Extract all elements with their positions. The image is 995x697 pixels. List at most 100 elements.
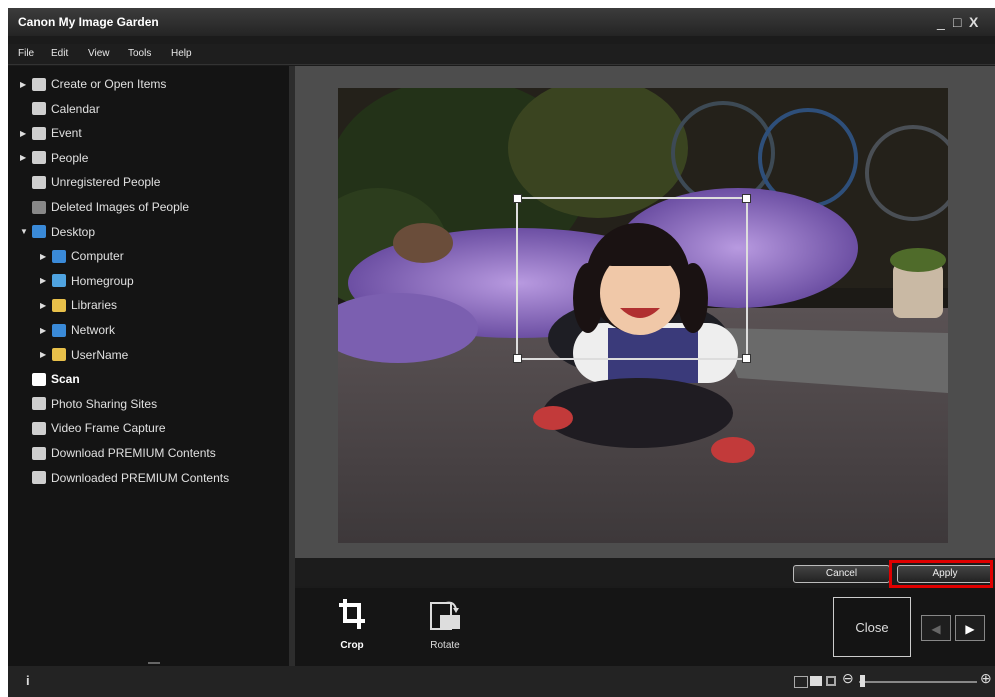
- photo-sharing-icon: [32, 397, 46, 411]
- thumbnail-view-icon[interactable]: [794, 676, 808, 688]
- single-view-icon[interactable]: [810, 676, 822, 686]
- libraries-icon: [52, 298, 66, 312]
- menu-tools[interactable]: Tools: [128, 48, 151, 59]
- sidebar-item-label: Desktop: [51, 224, 96, 239]
- close-button[interactable]: Close: [833, 597, 911, 657]
- menu-file[interactable]: File: [18, 48, 34, 59]
- expand-right-icon[interactable]: ▶: [40, 276, 52, 285]
- sidebar-item-desktop[interactable]: ▼ Desktop: [20, 222, 95, 242]
- info-icon[interactable]: i: [26, 673, 30, 688]
- sidebar-item-computer[interactable]: ▶ Computer: [40, 246, 124, 266]
- crop-frame[interactable]: [513, 194, 751, 363]
- video-frame-icon: [32, 421, 46, 435]
- expand-down-icon[interactable]: ▼: [20, 227, 32, 236]
- rotate-label: Rotate: [430, 640, 460, 651]
- zoom-in-icon[interactable]: ⊕: [980, 670, 992, 687]
- computer-icon: [52, 249, 66, 263]
- cancel-button[interactable]: Cancel: [793, 565, 890, 583]
- window-title: Canon My Image Garden: [18, 15, 159, 29]
- menu-view[interactable]: View: [88, 48, 110, 59]
- sidebar-item-label: Create or Open Items: [51, 77, 167, 91]
- desktop-icon: [32, 225, 46, 239]
- people-icon: [32, 151, 46, 165]
- previous-button[interactable]: ◀: [921, 615, 951, 641]
- expand-right-icon[interactable]: ▶: [20, 153, 32, 162]
- sidebar-item-download-premium-contents[interactable]: Download PREMIUM Contents: [20, 443, 216, 463]
- rotate-tool[interactable]: Rotate: [420, 597, 470, 651]
- sidebar-item-video-frame-capture[interactable]: Video Frame Capture: [20, 418, 166, 438]
- sidebar-item-label: Libraries: [71, 298, 118, 313]
- crop-handle-top-right[interactable]: [742, 194, 751, 203]
- homegroup-icon: [52, 274, 66, 288]
- close-window-button[interactable]: X: [969, 14, 978, 30]
- expand-right-icon[interactable]: ▶: [20, 80, 32, 89]
- sidebar-item-label: Download PREMIUM Contents: [51, 446, 216, 460]
- minimize-button[interactable]: _: [937, 14, 945, 30]
- title-bar: Canon My Image Garden _ □ X: [8, 8, 995, 36]
- sidebar-item-label: Unregistered People: [51, 175, 161, 190]
- menu-help[interactable]: Help: [171, 48, 192, 59]
- expand-right-icon[interactable]: ▶: [40, 252, 52, 261]
- zoom-slider-thumb[interactable]: [860, 675, 865, 687]
- sidebar-item-label: Calendar: [51, 101, 100, 116]
- sidebar-item-label: Photo Sharing Sites: [51, 396, 158, 411]
- sidebar-item-photo-sharing-sites[interactable]: Photo Sharing Sites: [20, 394, 157, 414]
- sidebar-item-username[interactable]: ▶ UserName: [40, 345, 128, 365]
- crop-icon: [339, 599, 365, 629]
- expand-right-icon[interactable]: ▶: [20, 129, 32, 138]
- sidebar-item-create-or-open-items[interactable]: ▶ Create or Open Items: [20, 74, 166, 94]
- sidebar-item-deleted-images-of-people[interactable]: Deleted Images of People: [20, 197, 189, 217]
- sidebar-item-network[interactable]: ▶ Network: [40, 320, 115, 340]
- sidebar-item-calendar[interactable]: Calendar: [20, 99, 100, 119]
- crop-handle-bottom-left[interactable]: [513, 354, 522, 363]
- calendar-icon: [32, 102, 46, 116]
- crop-handle-bottom-right[interactable]: [742, 354, 751, 363]
- arrow-right-icon: ▶: [965, 622, 975, 636]
- menu-edit[interactable]: Edit: [51, 48, 68, 59]
- sidebar-item-label: Downloaded PREMIUM Contents: [51, 470, 230, 485]
- scan-icon: [32, 372, 46, 386]
- sidebar-item-label: Homegroup: [71, 273, 134, 288]
- sidebar-item-homegroup[interactable]: ▶ Homegroup: [40, 271, 134, 291]
- fullscreen-icon[interactable]: [826, 676, 836, 686]
- sidebar-item-label: Computer: [71, 249, 124, 264]
- sidebar-item-unregistered-people[interactable]: Unregistered People: [20, 172, 160, 192]
- crop-label: Crop: [340, 640, 364, 651]
- sidebar-item-label: Scan: [51, 372, 80, 387]
- user-folder-icon: [52, 348, 66, 362]
- sidebar-item-label: Deleted Images of People: [51, 200, 190, 214]
- downloaded-premium-icon: [32, 471, 46, 485]
- deleted-people-icon: [32, 200, 46, 214]
- sidebar-resize-grip[interactable]: [148, 662, 160, 664]
- zoom-slider[interactable]: [859, 681, 977, 683]
- status-bar: i ⊖ ⊕: [8, 666, 995, 697]
- sidebar-item-label: Network: [71, 323, 116, 337]
- zoom-out-icon[interactable]: ⊖: [842, 670, 854, 687]
- create-items-icon: [32, 77, 46, 91]
- apply-highlight-box: [889, 560, 993, 588]
- crop-tool[interactable]: Crop: [330, 597, 374, 651]
- sidebar-item-scan[interactable]: Scan: [20, 369, 80, 389]
- download-premium-icon: [32, 446, 46, 460]
- sidebar-item-people[interactable]: ▶ People: [20, 148, 88, 168]
- event-icon: [32, 126, 46, 140]
- sidebar-item-libraries[interactable]: ▶ Libraries: [40, 295, 117, 315]
- rotate-icon: [430, 601, 460, 630]
- next-button[interactable]: ▶: [955, 615, 985, 641]
- expand-right-icon[interactable]: ▶: [40, 301, 52, 310]
- sidebar-item-label: UserName: [71, 347, 129, 362]
- expand-right-icon[interactable]: ▶: [40, 326, 52, 335]
- expand-right-icon[interactable]: ▶: [40, 350, 52, 359]
- unregistered-people-icon: [32, 175, 46, 189]
- network-icon: [52, 323, 66, 337]
- menu-bar: File Edit View Tools Help: [8, 44, 995, 65]
- maximize-button[interactable]: □: [953, 14, 961, 30]
- sidebar-item-event[interactable]: ▶ Event: [20, 123, 82, 143]
- sidebar-item-label: People: [51, 150, 89, 165]
- sidebar-item-downloaded-premium-contents[interactable]: Downloaded PREMIUM Contents: [20, 468, 229, 488]
- sidebar: ▶ Create or Open Items Calendar ▶ Event ▶ Peop…: [8, 66, 289, 666]
- crop-handle-top-left[interactable]: [513, 194, 522, 203]
- sidebar-item-label: Video Frame Capture: [51, 421, 166, 436]
- arrow-left-icon: ◀: [931, 622, 941, 636]
- sidebar-item-label: Event: [51, 126, 82, 141]
